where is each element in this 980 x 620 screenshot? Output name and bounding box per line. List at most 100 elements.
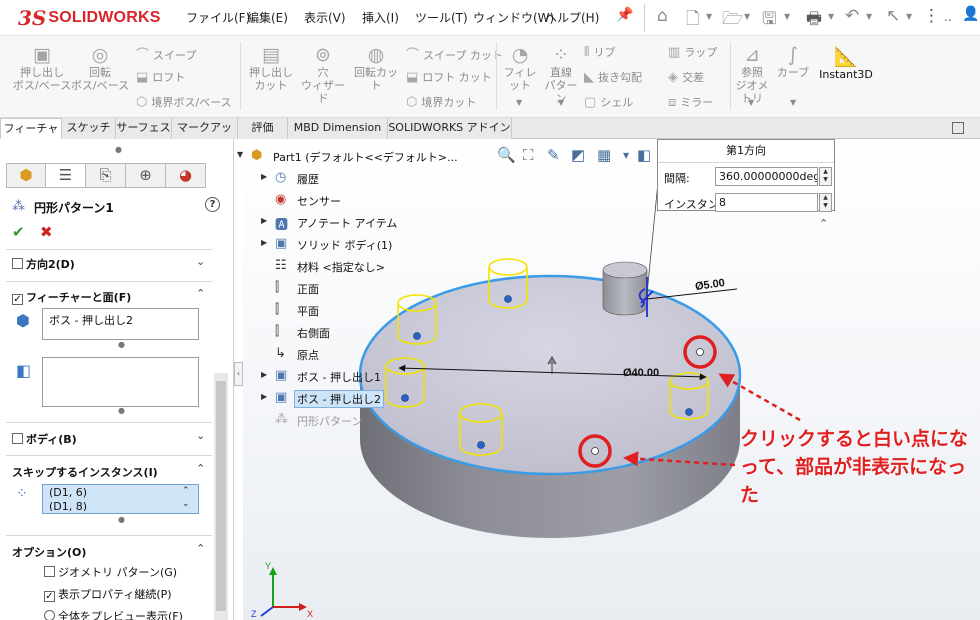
- feature-manager-tab-icon[interactable]: ⬢: [6, 163, 46, 188]
- expand-arrow-icon[interactable]: ▶: [261, 172, 267, 181]
- menu-tools[interactable]: ツール(T): [415, 9, 468, 26]
- instance-point[interactable]: [401, 394, 409, 402]
- undo-icon[interactable]: ↶: [845, 6, 859, 26]
- extrude-cut-button[interactable]: ▤ 押し出し カット: [244, 44, 298, 92]
- pm-scrollbar-thumb[interactable]: [216, 381, 226, 611]
- disc-top-face[interactable]: [358, 274, 742, 476]
- instance-point[interactable]: [477, 441, 485, 449]
- mirror-button[interactable]: ⧈ ミラー: [668, 94, 713, 110]
- pm-scrollbar[interactable]: [214, 373, 228, 620]
- ref-geometry-dropdown-icon[interactable]: ▼: [748, 98, 754, 107]
- tab-mbd-dimension[interactable]: MBD Dimension: [288, 118, 388, 139]
- curves-dropdown-icon[interactable]: ▼: [790, 98, 796, 107]
- menu-view[interactable]: 表示(V): [304, 9, 346, 26]
- wrap-button[interactable]: ▥ ラップ: [668, 44, 717, 60]
- user-icon[interactable]: 👤: [962, 6, 979, 22]
- lofted-cut-button[interactable]: ⬓ ロフト カット: [406, 69, 492, 85]
- geometry-pattern-checkbox[interactable]: [44, 566, 55, 577]
- configuration-manager-tab-icon[interactable]: ⎘: [86, 163, 126, 188]
- pin-icon[interactable]: 📌: [616, 7, 633, 23]
- expand-arrow-icon[interactable]: ▶: [261, 216, 267, 225]
- resize-handle-icon[interactable]: ●: [118, 515, 125, 524]
- pattern-dropdown-icon[interactable]: ▼: [558, 98, 564, 107]
- undo-dropdown-icon[interactable]: ▼: [866, 12, 872, 21]
- resize-handle-icon[interactable]: ●: [118, 406, 125, 415]
- direction2-checkbox[interactable]: [12, 258, 23, 269]
- skipped-instance-point[interactable]: [591, 447, 599, 455]
- chevron-up-icon[interactable]: ⌃: [196, 542, 205, 555]
- propagate-visual-option[interactable]: ✓ 表示プロパティ継続(P): [44, 586, 172, 602]
- swept-cut-button[interactable]: ⌒ スイープ カット: [406, 44, 503, 63]
- expand-arrow-icon[interactable]: ▼: [237, 150, 243, 159]
- view-orientation-icon[interactable]: ▦: [597, 146, 611, 164]
- features-faces-checkbox[interactable]: ✓: [12, 294, 23, 305]
- hole-wizard-button[interactable]: ⊚ 穴 ウィザード: [298, 44, 348, 105]
- select-arrow-icon[interactable]: ↖: [886, 6, 900, 26]
- display-manager-tab-icon[interactable]: ◕: [166, 163, 206, 188]
- direction2-group[interactable]: 方向2(D): [12, 256, 75, 272]
- visible-boss[interactable]: [602, 261, 654, 317]
- print-dropdown-icon[interactable]: ▼: [828, 12, 834, 21]
- chevron-up-icon[interactable]: ⌃: [196, 462, 205, 475]
- fillet-button[interactable]: ◔ フィレット: [500, 44, 540, 92]
- graphics-area[interactable]: Y X Z Ø5.00 Ø40.00 ▼ ⬢ Part1 (デフォルト<<デフォ…: [237, 139, 980, 620]
- instant3d-button[interactable]: 📐 Instant3D: [814, 46, 878, 81]
- selected-feature-item[interactable]: ボス - 押し出し2: [49, 312, 133, 328]
- boundary-boss-button[interactable]: ⬡ 境界ボス/ベース: [136, 94, 232, 110]
- faces-selection-box[interactable]: [42, 357, 199, 407]
- draft-button[interactable]: ◣ 抜き勾配: [584, 69, 642, 85]
- tab-sketch[interactable]: スケッチ: [62, 118, 116, 139]
- resize-handle-icon[interactable]: ●: [118, 340, 125, 349]
- features-selection-box[interactable]: ボス - 押し出し2: [42, 308, 199, 340]
- section-view-icon[interactable]: ◩: [571, 146, 585, 164]
- tab-features[interactable]: フィーチャー: [0, 118, 62, 155]
- save-dropdown-icon[interactable]: ▼: [784, 12, 790, 21]
- chevron-up-icon[interactable]: ⌃: [196, 287, 205, 300]
- menu-file[interactable]: ファイル(F): [186, 9, 250, 26]
- zoom-to-fit-icon[interactable]: 🔍: [497, 146, 516, 164]
- ok-button[interactable]: ✔: [12, 223, 25, 241]
- ref-geometry-button[interactable]: ⊿ 参照 ジオメトリ: [732, 44, 772, 105]
- save-icon[interactable]: 🖫: [762, 6, 776, 35]
- revolve-boss-button[interactable]: ◎ 回転 ボス/ベース: [70, 44, 130, 92]
- property-manager-tab-icon[interactable]: ☰: [46, 163, 86, 188]
- menu-help[interactable]: ヘルプ(H): [545, 9, 599, 26]
- bodies-checkbox[interactable]: [12, 433, 23, 444]
- instances-spinner[interactable]: ▲ ▼: [819, 193, 832, 212]
- instances-input[interactable]: 8: [715, 193, 818, 212]
- panel-toggle-icon[interactable]: [952, 122, 964, 134]
- spacing-spinner[interactable]: ▲ ▼: [819, 167, 832, 186]
- skip-instance-item[interactable]: (D1, 6): [49, 486, 87, 499]
- propagate-visual-checkbox[interactable]: ✓: [44, 591, 55, 602]
- view-orientation-dropdown-icon[interactable]: ▼: [623, 151, 629, 160]
- scroll-arrows-icon[interactable]: ⌃ ⌄: [182, 485, 190, 511]
- full-preview-option[interactable]: 全体をプレビュー表示(F): [44, 608, 183, 620]
- dimension-large[interactable]: Ø40.00: [623, 367, 659, 379]
- sweep-button[interactable]: ⌒ スイープ: [136, 44, 196, 63]
- geometry-pattern-option[interactable]: ジオメトリ パターン(G): [44, 564, 177, 580]
- new-document-icon[interactable]: 🗋: [686, 6, 700, 35]
- instance-point[interactable]: [685, 408, 693, 416]
- menu-window[interactable]: ウィンドウ(W): [473, 9, 554, 26]
- instance-point[interactable]: [413, 332, 421, 340]
- skipped-instance-point[interactable]: [696, 348, 704, 356]
- chevron-down-icon[interactable]: ⌄: [196, 429, 205, 442]
- full-preview-radio[interactable]: [44, 610, 55, 620]
- open-folder-icon[interactable]: 🗁: [722, 6, 743, 35]
- instance-point[interactable]: [504, 295, 512, 303]
- tab-markup[interactable]: マークアップ: [172, 118, 238, 154]
- new-dropdown-icon[interactable]: ▼: [706, 12, 712, 21]
- expand-arrow-icon[interactable]: ▶: [261, 238, 267, 247]
- disc-body[interactable]: [358, 274, 742, 538]
- extrude-boss-button[interactable]: ▣ 押し出し ボス/ベース: [12, 44, 72, 92]
- splitter-handle-icon[interactable]: ●: [115, 145, 122, 154]
- curves-button[interactable]: ∫ カーブ: [776, 44, 810, 79]
- rib-button[interactable]: ⫴ リブ: [584, 44, 615, 60]
- more-options-icon[interactable]: ⋮: [923, 6, 940, 26]
- intersect-button[interactable]: ◈ 交差: [668, 69, 704, 85]
- skip-instance-item[interactable]: (D1, 8): [49, 500, 87, 511]
- menu-insert[interactable]: 挿入(I): [362, 9, 399, 26]
- print-icon[interactable]: 🖶: [806, 6, 822, 35]
- zoom-to-area-icon[interactable]: ⛶: [523, 146, 534, 164]
- expand-arrow-icon[interactable]: ▶: [261, 392, 267, 401]
